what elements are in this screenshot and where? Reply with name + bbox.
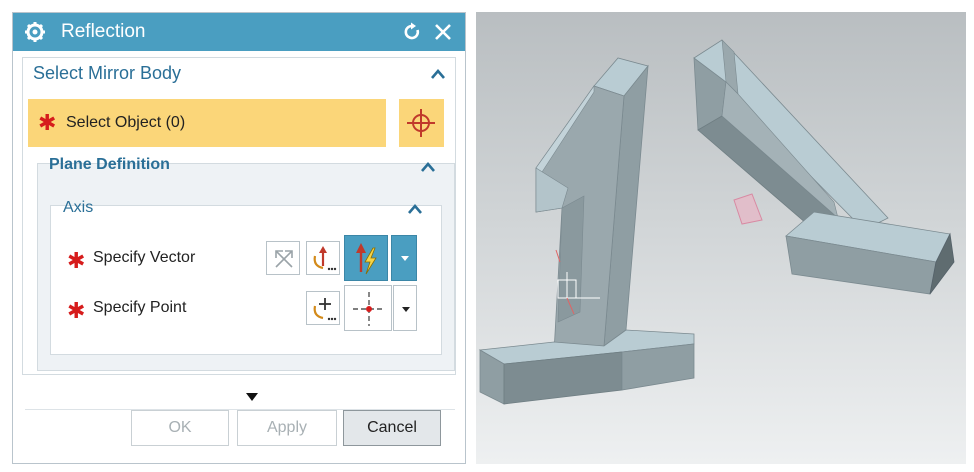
dialog-title: Reflection [61, 21, 146, 42]
ok-button[interactable]: OK [131, 410, 229, 446]
cancel-button[interactable]: Cancel [343, 410, 441, 446]
chevron-down-icon [402, 307, 410, 312]
crosshair-icon [407, 109, 435, 137]
point-dialog-icon [313, 298, 337, 321]
vector-type-dropdown[interactable] [391, 235, 417, 281]
select-object-label: Select Object (0) [66, 114, 186, 131]
solid-body-mirrored[interactable] [693, 39, 955, 295]
select-object-row[interactable]: ✱ Select Object (0) [28, 99, 386, 147]
model-view[interactable] [476, 12, 966, 464]
point-dialog-button[interactable] [306, 291, 340, 325]
reset-icon[interactable] [402, 22, 422, 42]
chevron-up-icon[interactable] [431, 69, 445, 79]
chevron-up-icon[interactable] [421, 162, 435, 172]
mirror-plane-preview [733, 193, 763, 225]
specify-vector-label: Specify Vector [93, 249, 196, 266]
vector-dialog-button[interactable] [306, 241, 340, 275]
required-star-icon: ✱ [38, 110, 57, 135]
graphics-viewport[interactable] [476, 12, 966, 464]
expand-more-icon[interactable] [244, 392, 260, 402]
axis-title[interactable]: Axis [63, 199, 93, 217]
required-star-icon: ✱ [67, 248, 86, 273]
required-star-icon: ✱ [67, 298, 86, 323]
solid-body-one[interactable] [478, 57, 695, 405]
select-object-button[interactable] [396, 99, 444, 147]
select-mirror-body-title[interactable]: Select Mirror Body [33, 63, 181, 84]
chevron-down-icon [401, 256, 409, 261]
reflection-dialog: Reflection Select Mirror Body ✱ Select O… [12, 12, 466, 464]
chevron-up-icon[interactable] [408, 204, 422, 214]
reverse-direction-button[interactable] [266, 241, 300, 275]
close-icon[interactable] [433, 22, 453, 42]
inferred-point-button[interactable] [344, 285, 392, 331]
dialog-title-bar[interactable]: Reflection [13, 13, 465, 51]
point-type-dropdown[interactable] [393, 285, 417, 331]
inferred-vector-button[interactable] [344, 235, 388, 281]
vector-dialog-icon [313, 246, 337, 271]
gear-icon[interactable] [25, 22, 45, 42]
plane-definition-title[interactable]: Plane Definition [49, 156, 170, 174]
reverse-direction-icon [275, 250, 293, 268]
inferred-point-icon [353, 292, 385, 326]
apply-button[interactable]: Apply [237, 410, 337, 446]
specify-point-label: Specify Point [93, 299, 187, 316]
inferred-vector-icon [356, 243, 377, 275]
